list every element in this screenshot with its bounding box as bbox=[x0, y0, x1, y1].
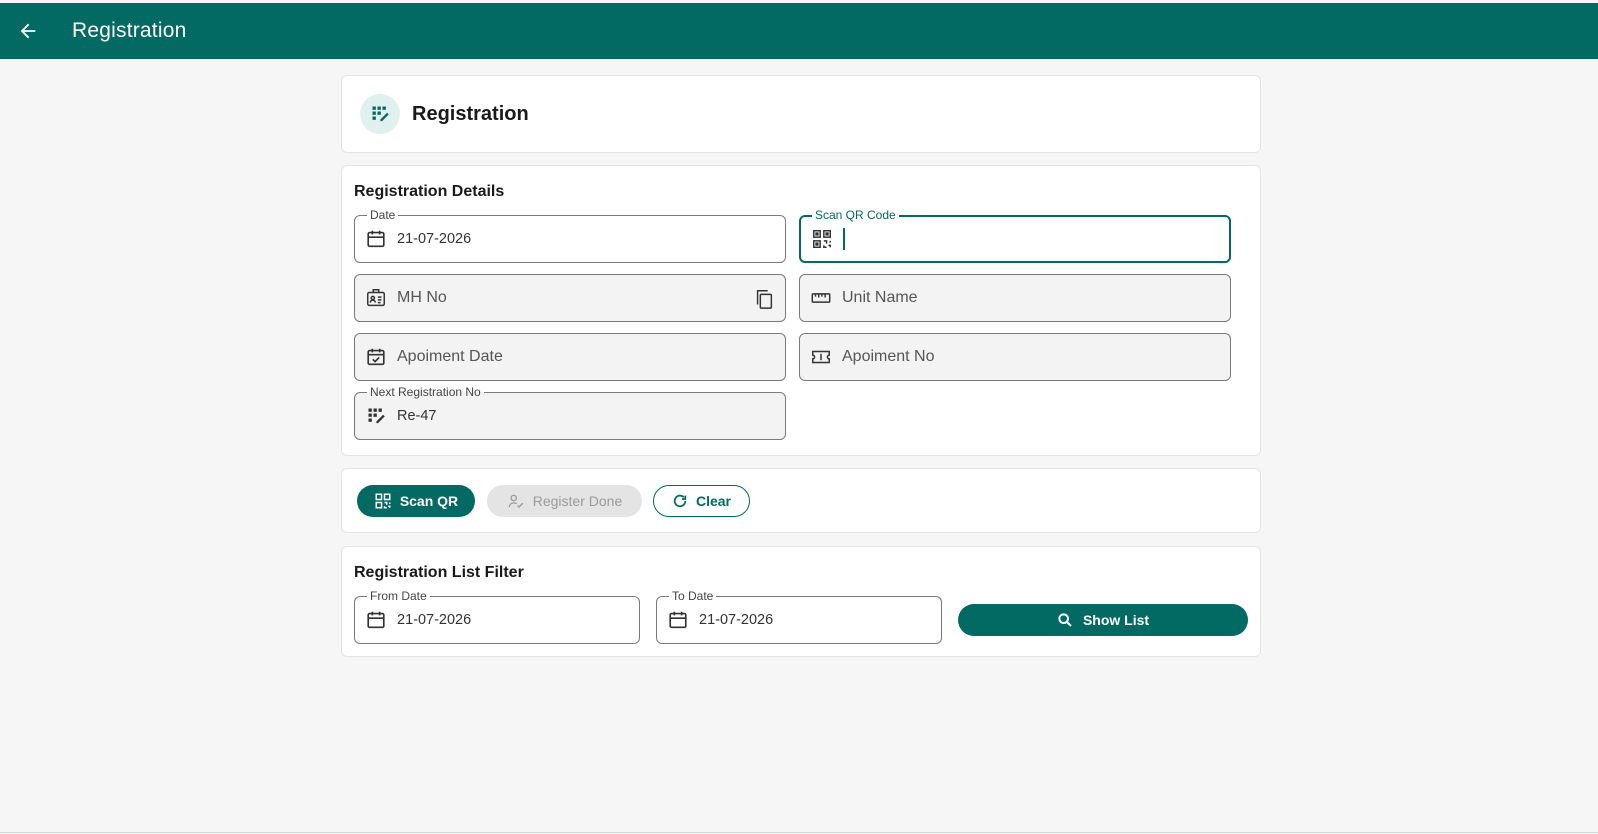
appointment-no-placeholder: Apoiment No bbox=[842, 348, 935, 365]
mh-no-field[interactable]: MH No bbox=[354, 274, 786, 322]
to-date-label: To Date bbox=[669, 589, 717, 603]
refresh-icon bbox=[673, 494, 687, 508]
scan-qr-code-label: Scan QR Code bbox=[812, 208, 899, 222]
clear-button-label: Clear bbox=[695, 493, 732, 509]
page-title: Registration bbox=[412, 102, 529, 125]
section-title: Registration Details bbox=[354, 183, 505, 200]
arrow-left-icon bbox=[20, 23, 36, 39]
next-registration-no-label: Next Registration No bbox=[367, 385, 484, 399]
id-card-icon bbox=[355, 287, 395, 309]
unit-name-placeholder: Unit Name bbox=[842, 289, 918, 306]
page-header-card: Registration bbox=[341, 75, 1261, 153]
copy-icon[interactable] bbox=[753, 287, 775, 316]
appointment-no-field[interactable]: Apoiment No bbox=[799, 333, 1231, 381]
register-done-button[interactable]: Register Done bbox=[487, 485, 642, 517]
scan-qr-button[interactable]: Scan QR bbox=[357, 485, 475, 517]
actions-card: Scan QR Register Done Clear bbox=[341, 468, 1261, 533]
qr-scan-icon bbox=[375, 493, 391, 509]
next-registration-no-value: Re-47 bbox=[397, 408, 437, 424]
user-check-icon bbox=[508, 494, 523, 508]
ruler-icon bbox=[800, 287, 840, 309]
unit-name-field[interactable]: Unit Name bbox=[799, 274, 1231, 322]
calendar-icon bbox=[355, 228, 395, 250]
calendar-icon bbox=[355, 609, 395, 631]
app-bar-title: Registration bbox=[72, 19, 187, 42]
appointment-date-field[interactable]: Apoiment Date bbox=[354, 333, 786, 381]
from-date-value: 21-07-2026 bbox=[397, 612, 472, 628]
appointment-date-placeholder: Apoiment Date bbox=[397, 348, 503, 365]
date-field[interactable]: Date 21-07-2026 bbox=[354, 208, 786, 263]
date-value: 21-07-2026 bbox=[397, 231, 472, 247]
mh-no-placeholder: MH No bbox=[397, 289, 447, 306]
qr-code-icon bbox=[801, 228, 841, 250]
scan-qr-button-label: Scan QR bbox=[399, 493, 459, 509]
scan-qr-code-input[interactable]: Scan QR Code bbox=[799, 208, 1231, 263]
registration-icon bbox=[360, 94, 400, 134]
from-date-field[interactable]: From Date 21-07-2026 bbox=[354, 589, 640, 644]
divider bbox=[0, 832, 1598, 833]
ticket-icon bbox=[800, 346, 840, 368]
from-date-label: From Date bbox=[367, 589, 430, 603]
section-title: Registration List Filter bbox=[354, 564, 524, 581]
calendar-icon bbox=[657, 609, 697, 631]
to-date-value: 21-07-2026 bbox=[699, 612, 774, 628]
to-date-field[interactable]: To Date 21-07-2026 bbox=[656, 589, 942, 644]
back-button[interactable] bbox=[0, 3, 56, 59]
show-list-button-label: Show List bbox=[1082, 612, 1150, 628]
show-list-button[interactable]: Show List bbox=[958, 604, 1248, 636]
clear-button[interactable]: Clear bbox=[653, 485, 750, 517]
registration-icon bbox=[355, 406, 395, 426]
next-registration-no-field[interactable]: Next Registration No Re-47 bbox=[354, 385, 786, 440]
registration-list-filter-card: Registration List Filter From Date 21-07… bbox=[341, 546, 1261, 657]
register-done-button-label: Register Done bbox=[532, 493, 623, 509]
registration-details-card: Registration Details Date 21-07-2026 Sca… bbox=[341, 165, 1261, 456]
app-bar: Registration bbox=[0, 3, 1598, 59]
text-cursor bbox=[843, 228, 845, 250]
calendar-check-icon bbox=[355, 346, 395, 368]
date-label: Date bbox=[367, 208, 399, 222]
search-icon bbox=[1058, 613, 1072, 627]
